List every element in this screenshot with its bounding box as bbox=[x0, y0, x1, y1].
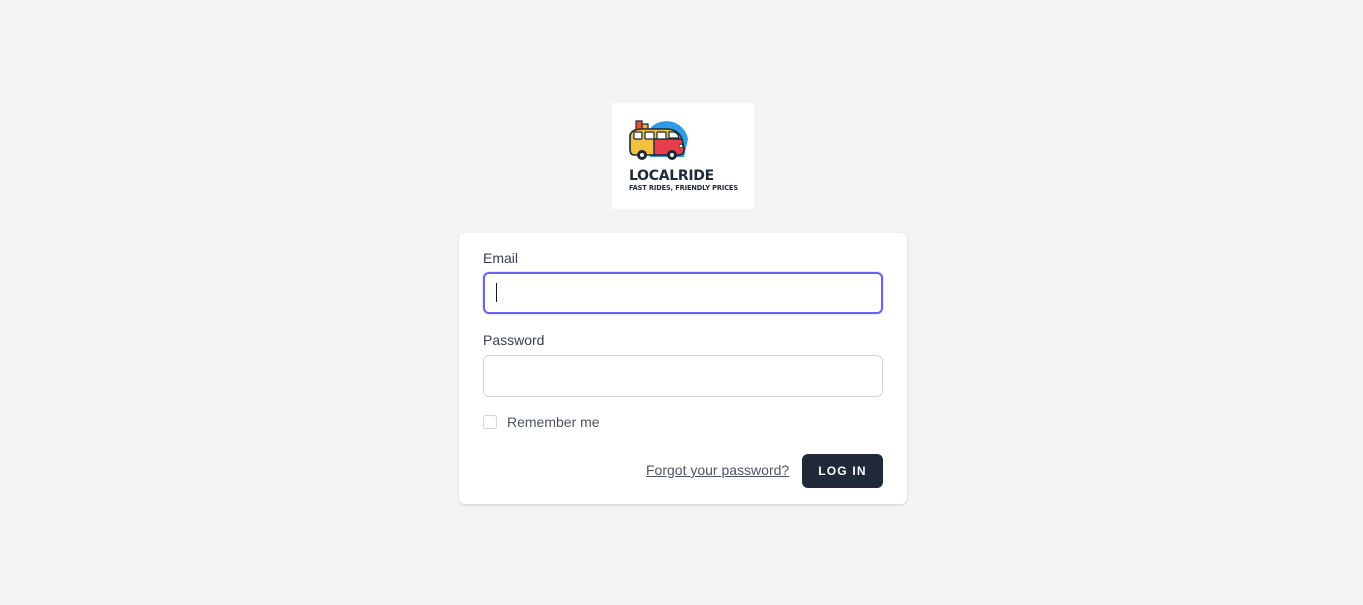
logo-tagline: FAST RIDES, FRIENDLY PRICES bbox=[629, 184, 738, 192]
logo-name: LOCALRIDE bbox=[629, 168, 714, 184]
van-logo-icon bbox=[629, 120, 688, 160]
remember-me-label[interactable]: Remember me bbox=[507, 414, 600, 430]
email-input[interactable] bbox=[483, 272, 883, 314]
password-label: Password bbox=[483, 332, 545, 348]
email-field-wrapper bbox=[459, 272, 907, 314]
brand-logo: LOCALRIDE FAST RIDES, FRIENDLY PRICES bbox=[612, 103, 754, 209]
remember-me: Remember me bbox=[483, 414, 600, 430]
login-button[interactable]: LOG IN bbox=[802, 454, 883, 488]
password-input[interactable] bbox=[483, 355, 883, 397]
forgot-password-link[interactable]: Forgot your password? bbox=[646, 462, 789, 478]
text-caret bbox=[496, 283, 497, 302]
email-label: Email bbox=[483, 250, 519, 266]
remember-me-checkbox[interactable] bbox=[483, 415, 497, 429]
login-page: LOCALRIDE FAST RIDES, FRIENDLY PRICES Em… bbox=[0, 0, 1363, 605]
login-form: Email Password Remember me Forgot your p… bbox=[459, 233, 907, 504]
